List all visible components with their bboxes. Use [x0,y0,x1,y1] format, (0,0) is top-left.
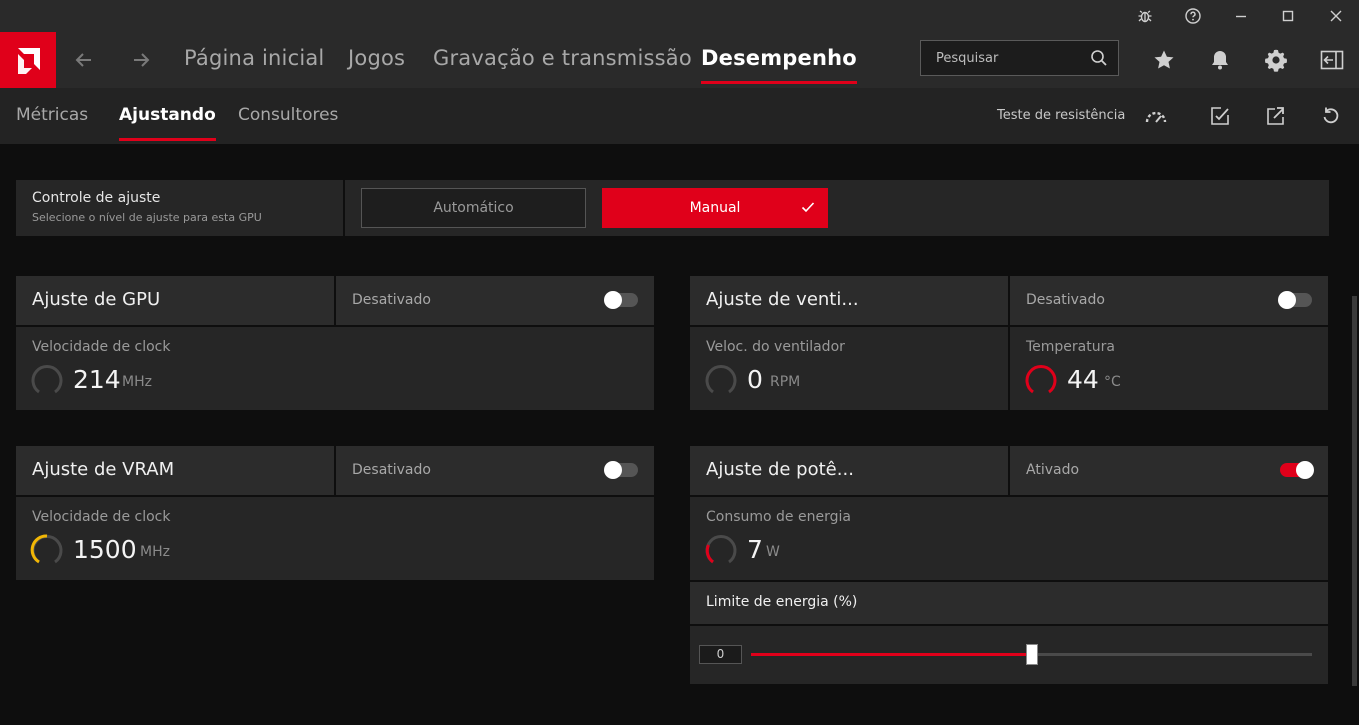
power-tuning-toggle[interactable] [1280,461,1314,479]
settings-gear-icon[interactable] [1262,46,1290,74]
gpu-tuning-body: Velocidade de clock 214 MHz [16,327,654,410]
gpu-clock-label: Velocidade de clock [32,339,171,355]
tab-home[interactable]: Página inicial [184,46,324,70]
fan-speed-label: Veloc. do ventilador [706,339,845,355]
power-limit-slider-handle[interactable] [1026,644,1038,665]
power-limit-label: Limite de energia (%) [706,594,858,610]
tuning-control-subtitle: Selecione o nível de ajuste para esta GP… [32,211,262,224]
gpu-tuning-header: Ajuste de GPU [16,276,334,325]
vram-tuning-state: Desativado [352,462,431,478]
vram-clock-value: 1500 [73,535,137,564]
manual-button[interactable]: Manual [602,188,828,228]
temperature-gauge-icon [1025,365,1057,394]
temperature-panel: Temperatura 44 °C [1010,327,1328,410]
temperature-label: Temperatura [1026,339,1115,355]
tuning-control-label-panel: Controle de ajuste Selecione o nível de … [16,180,343,236]
temperature-value: 44 [1067,365,1099,394]
stress-test-label[interactable]: Teste de resistência [997,108,1125,123]
checkmark-icon [800,199,816,219]
help-icon[interactable] [1173,0,1213,32]
vram-clock-gauge-icon [30,534,63,564]
notifications-bell-icon[interactable] [1206,46,1234,74]
fan-tuning-header: Ajuste de venti... [690,276,1008,325]
subtab-metrics[interactable]: Métricas [16,105,88,125]
power-tuning-title: Ajuste de potê... [706,459,854,480]
power-tuning-state: Ativado [1026,462,1080,478]
vram-tuning-title: Ajuste de VRAM [32,459,175,480]
tuning-control-options: Automático Manual [345,180,1329,236]
vram-tuning-state-header: Desativado [336,446,654,495]
reset-icon[interactable] [1319,104,1343,128]
title-bar [0,0,1359,32]
power-consumption-unit: W [766,544,780,560]
forward-arrow-icon[interactable] [127,46,155,74]
favorites-star-icon[interactable] [1150,46,1178,74]
gpu-tuning-state-header: Desativado [336,276,654,325]
back-arrow-icon[interactable] [70,46,98,74]
search-input[interactable]: Pesquisar [936,51,998,66]
tab-games[interactable]: Jogos [348,46,405,70]
power-consumption-gauge-icon [705,535,737,564]
top-navigation: Página inicial Jogos Gravação e transmis… [0,32,1359,88]
export-profile-icon[interactable] [1264,104,1288,128]
tab-recording-streaming[interactable]: Gravação e transmissão [433,46,692,70]
toggle-knob [1278,291,1296,309]
gpu-clock-value: 214 [73,365,121,394]
gpu-clock-unit: MHz [122,374,152,390]
fan-speed-value: 0 [747,365,763,394]
gpu-tuning-title: Ajuste de GPU [32,289,161,310]
close-icon[interactable] [1316,0,1356,32]
toggle-knob [604,461,622,479]
toggle-knob [1296,461,1314,479]
search-box[interactable]: Pesquisar [920,40,1119,76]
gpu-clock-gauge-icon [31,365,63,394]
vram-tuning-body: Velocidade de clock 1500 MHz [16,497,654,580]
tuning-control-title: Controle de ajuste [32,190,161,206]
power-limit-input[interactable]: 0 [699,645,742,664]
power-consumption-value: 7 [747,535,763,564]
stress-test-gauge-icon[interactable] [1144,104,1168,128]
fan-tuning-title: Ajuste de venti... [706,289,859,310]
vram-clock-label: Velocidade de clock [32,509,171,525]
vram-tuning-toggle[interactable] [604,461,638,479]
amd-logo[interactable] [0,32,56,88]
search-icon[interactable] [1090,49,1108,71]
fan-speed-unit: RPM [770,374,801,390]
power-consumption-panel: Consumo de energia 7 W [690,497,1328,580]
manual-button-label: Manual [689,200,741,216]
power-limit-header: Limite de energia (%) [690,582,1328,624]
tab-performance[interactable]: Desempenho [701,46,857,84]
apply-changes-icon[interactable] [1208,104,1232,128]
bug-report-icon[interactable] [1125,0,1165,32]
vram-tuning-header: Ajuste de VRAM [16,446,334,495]
temperature-unit: °C [1104,374,1121,390]
power-consumption-label: Consumo de energia [706,509,851,525]
fan-tuning-state-header: Desativado [1010,276,1328,325]
gpu-tuning-toggle[interactable] [604,291,638,309]
scrollbar[interactable] [1352,296,1357,686]
fan-tuning-toggle[interactable] [1278,291,1312,309]
automatic-button[interactable]: Automático [361,188,586,228]
toggle-knob [604,291,622,309]
power-tuning-state-header: Ativado [1010,446,1328,495]
gpu-tuning-state: Desativado [352,292,431,308]
sidebar-toggle-icon[interactable] [1318,46,1346,74]
subtab-tuning[interactable]: Ajustando [119,105,216,141]
fan-speed-gauge-icon [705,365,737,394]
power-limit-slider-fill [751,653,1032,656]
fan-speed-panel: Veloc. do ventilador 0 RPM [690,327,1008,410]
sub-navigation: Métricas Ajustando Consultores Teste de … [0,88,1359,144]
power-tuning-header: Ajuste de potê... [690,446,1008,495]
vram-clock-unit: MHz [140,544,170,560]
subtab-advisors[interactable]: Consultores [238,105,338,125]
maximize-icon[interactable] [1268,0,1308,32]
minimize-icon[interactable] [1221,0,1261,32]
fan-tuning-state: Desativado [1026,292,1105,308]
